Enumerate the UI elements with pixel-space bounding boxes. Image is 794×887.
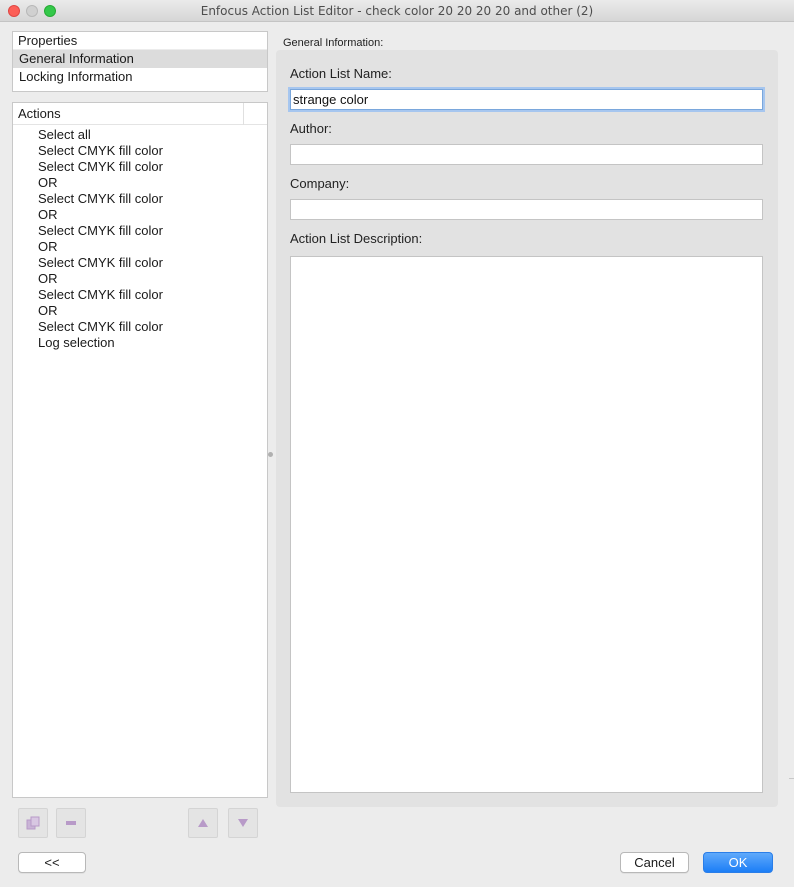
action-item[interactable]: Select CMYK fill color — [13, 223, 267, 239]
action-list-editor-window: Enfocus Action List Editor - check color… — [0, 0, 794, 887]
action-item[interactable]: Select CMYK fill color — [13, 319, 267, 335]
properties-item-locking-information[interactable]: Locking Information — [13, 68, 267, 86]
collapse-button[interactable]: << — [18, 852, 86, 873]
action-item[interactable]: OR — [13, 239, 267, 255]
company-input[interactable] — [290, 199, 763, 220]
move-up-button[interactable] — [188, 808, 218, 838]
actions-header[interactable]: Actions — [13, 103, 267, 125]
divider — [789, 778, 794, 779]
action-list-name-input[interactable] — [290, 89, 763, 110]
cancel-button[interactable]: Cancel — [620, 852, 689, 873]
properties-panel: Properties General Information Locking I… — [12, 31, 268, 92]
remove-action-icon — [66, 821, 76, 825]
company-label: Company: — [290, 176, 350, 191]
column-divider — [243, 103, 244, 125]
window-title: Enfocus Action List Editor - check color… — [200, 4, 594, 18]
action-list-description-textarea[interactable] — [290, 256, 763, 793]
action-item[interactable]: OR — [13, 207, 267, 223]
action-item[interactable]: Select CMYK fill color — [13, 159, 267, 175]
action-item[interactable]: OR — [13, 175, 267, 191]
general-information-label: General Information: — [283, 37, 384, 49]
properties-item-general-information[interactable]: General Information — [13, 50, 267, 68]
action-item[interactable]: OR — [13, 303, 267, 319]
action-item[interactable]: Select CMYK fill color — [13, 287, 267, 303]
actions-list: Select all Select CMYK fill color Select… — [13, 125, 267, 351]
action-item[interactable]: Select all — [13, 127, 267, 143]
actions-panel: Actions Select all Select CMYK fill colo… — [12, 102, 268, 798]
add-action-button[interactable] — [18, 808, 48, 838]
action-list-name-label: Action List Name: — [290, 66, 392, 81]
ok-button[interactable]: OK — [703, 852, 773, 873]
splitter-handle[interactable] — [268, 452, 273, 457]
action-item[interactable]: Log selection — [13, 335, 267, 351]
move-down-button[interactable] — [228, 808, 258, 838]
titlebar[interactable]: Enfocus Action List Editor - check color… — [0, 0, 794, 22]
actions-header-label: Actions — [18, 106, 61, 121]
add-action-icon — [26, 816, 40, 830]
action-list-description-label: Action List Description: — [290, 231, 423, 246]
author-label: Author: — [290, 121, 332, 136]
remove-action-button[interactable] — [56, 808, 86, 838]
action-item[interactable]: Select CMYK fill color — [13, 143, 267, 159]
action-item[interactable]: Select CMYK fill color — [13, 191, 267, 207]
author-input[interactable] — [290, 144, 763, 165]
properties-header: Properties — [13, 32, 267, 50]
action-item[interactable]: Select CMYK fill color — [13, 255, 267, 271]
action-item[interactable]: OR — [13, 271, 267, 287]
move-up-icon — [198, 819, 208, 827]
move-down-icon — [238, 819, 248, 827]
